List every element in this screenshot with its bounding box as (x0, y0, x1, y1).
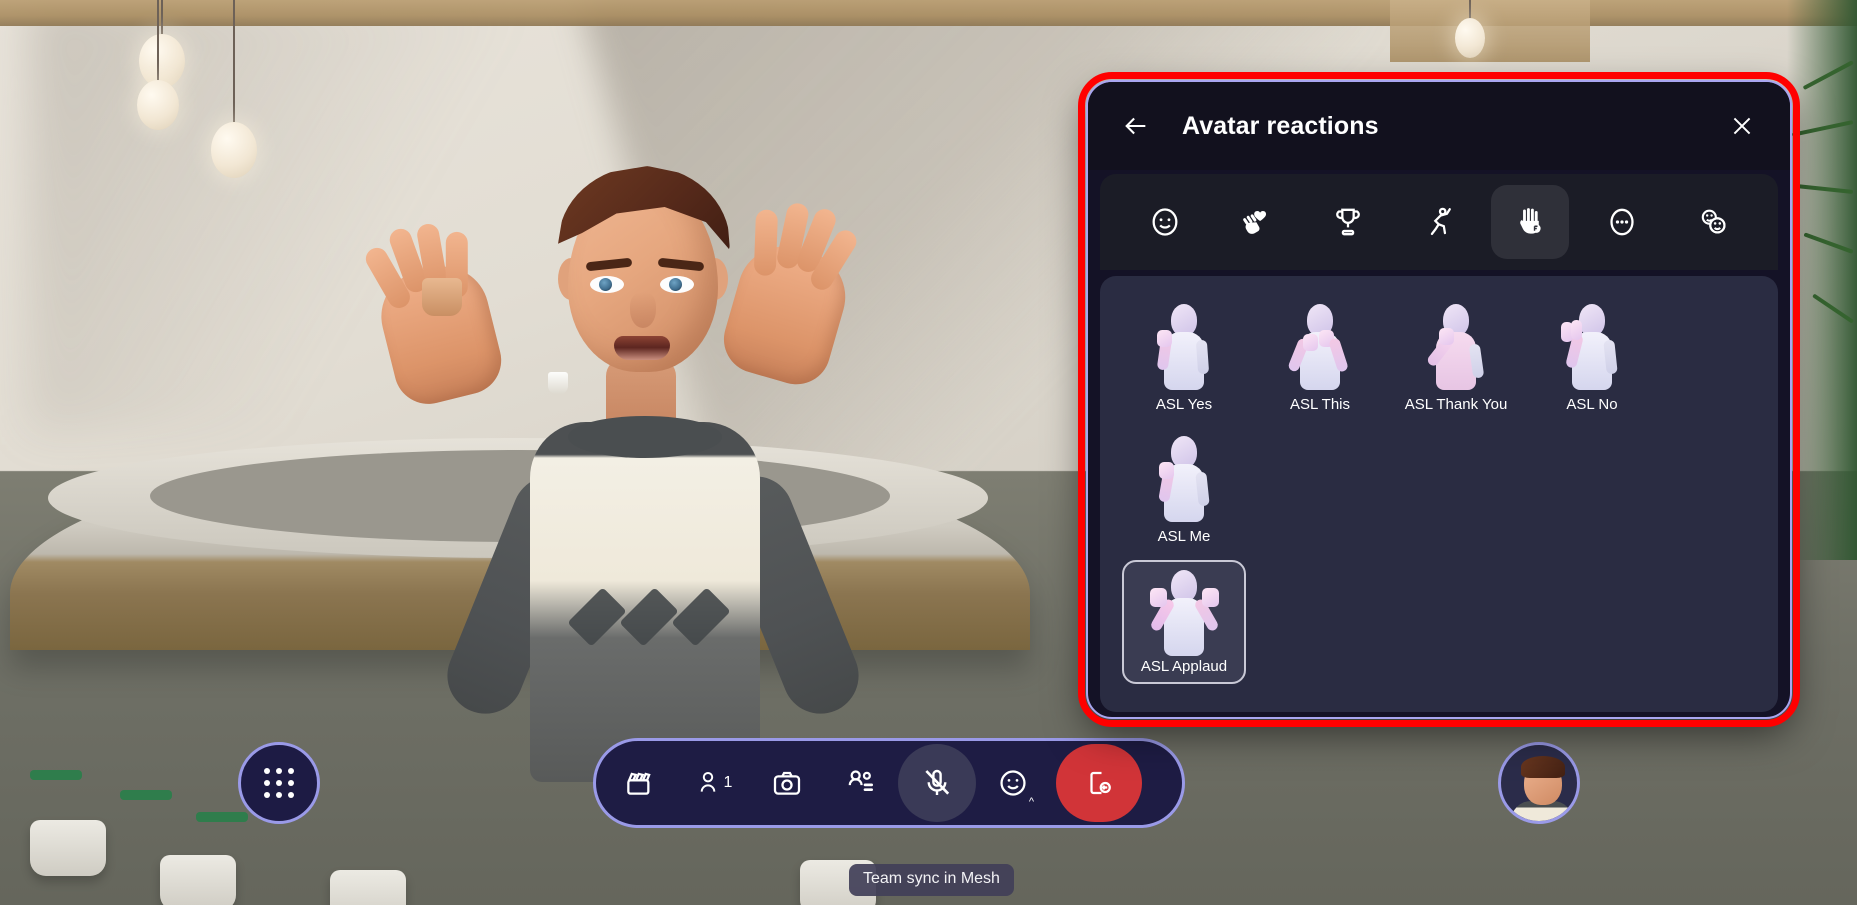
smiley-face-icon (1000, 770, 1026, 796)
reaction-thumbnail (1553, 304, 1631, 394)
back-button[interactable] (1114, 104, 1158, 148)
smiley-face-icon (1152, 208, 1178, 236)
reaction-label: ASL No (1566, 396, 1618, 413)
panel-title: Avatar reactions (1182, 111, 1379, 140)
reaction-asl-this[interactable]: ASL This (1258, 296, 1382, 420)
ellipsis-icon (1610, 208, 1634, 236)
reaction-label: ASL Thank You (1404, 396, 1508, 413)
avatar-reactions-panel: Avatar reactions ASL Yes ASL This ASL Th… (1086, 80, 1792, 719)
reaction-category-tabs (1100, 174, 1778, 270)
microphone-muted-icon (925, 769, 950, 795)
reaction-label: ASL Me (1157, 528, 1211, 545)
reaction-asl-yes[interactable]: ASL Yes (1122, 296, 1246, 420)
camera-button[interactable] (750, 744, 824, 822)
reaction-thumbnail (1145, 304, 1223, 394)
meeting-name-label: Team sync in Mesh (849, 864, 1014, 896)
reaction-label: ASL Yes (1155, 396, 1213, 413)
people-button[interactable]: 1 (676, 744, 750, 822)
leave-call-icon (1090, 771, 1111, 795)
reaction-thumbnail (1145, 570, 1223, 660)
app-grid-button[interactable] (238, 742, 320, 824)
close-button[interactable] (1720, 104, 1764, 148)
person-icon (700, 771, 715, 792)
tab-applause[interactable] (1217, 185, 1295, 259)
tab-sign-language[interactable] (1491, 185, 1570, 259)
pendant-lamp (204, 0, 264, 206)
reaction-thumbnail (1417, 304, 1495, 394)
tab-emoji[interactable] (1126, 185, 1204, 259)
counter-greenery (120, 790, 172, 800)
clapperboard-icon (627, 772, 651, 795)
multi-emoji-icon (1701, 209, 1726, 234)
stool (330, 870, 406, 905)
chevron-up-icon: ^ (1028, 796, 1034, 808)
reaction-asl-thank-you[interactable]: ASL Thank You (1394, 296, 1518, 420)
app-grid-icon (264, 768, 294, 798)
reaction-asl-no[interactable]: ASL No (1530, 296, 1654, 420)
leave-call-button[interactable] (1056, 744, 1142, 822)
hand-heart-icon (1243, 210, 1267, 234)
tab-dance[interactable] (1400, 185, 1478, 259)
reaction-thumbnail (1145, 436, 1223, 526)
close-icon (1733, 117, 1751, 135)
reaction-asl-applaud[interactable]: ASL Applaud (1122, 560, 1246, 684)
reactions-button[interactable]: ^ (976, 744, 1050, 822)
panel-header: Avatar reactions (1088, 82, 1790, 170)
arrow-left-icon (1125, 117, 1146, 135)
reaction-label: ASL Applaud (1140, 658, 1228, 675)
stool (30, 820, 106, 876)
people-count: 1 (723, 774, 733, 791)
mesh-immersive-meeting-window: 1 ^ Team sync in Mesh Avatar reactions A… (0, 0, 1857, 905)
stool (160, 855, 236, 905)
plant-decor (1787, 0, 1857, 560)
pendant-lamp (128, 0, 188, 200)
share-content-button[interactable] (602, 744, 676, 822)
self-view-thumbnail[interactable] (1498, 742, 1580, 824)
reaction-thumbnail (1281, 304, 1359, 394)
reaction-label: ASL This (1289, 396, 1351, 413)
microphone-button[interactable] (898, 744, 976, 822)
roster-button[interactable] (824, 744, 898, 822)
user-avatar-3d (330, 140, 970, 782)
pendant-lamp (1440, 0, 1500, 80)
tab-custom[interactable] (1674, 185, 1752, 259)
tab-more[interactable] (1583, 185, 1661, 259)
counter-greenery (30, 770, 82, 780)
camera-icon (773, 771, 801, 795)
avatar-hair (1521, 756, 1565, 778)
dancing-person-icon (1430, 207, 1451, 236)
reaction-asl-me[interactable]: ASL Me (1122, 428, 1246, 552)
tab-celebrate[interactable] (1309, 185, 1387, 259)
raised-hand-sign-icon (1520, 208, 1541, 234)
trophy-icon (1335, 208, 1360, 236)
reactions-grid: ASL Yes ASL This ASL Thank You ASL No AS… (1100, 276, 1778, 712)
counter-greenery (196, 812, 248, 822)
people-roster-icon (848, 770, 873, 791)
meeting-toolbar: 1 ^ (593, 738, 1185, 828)
